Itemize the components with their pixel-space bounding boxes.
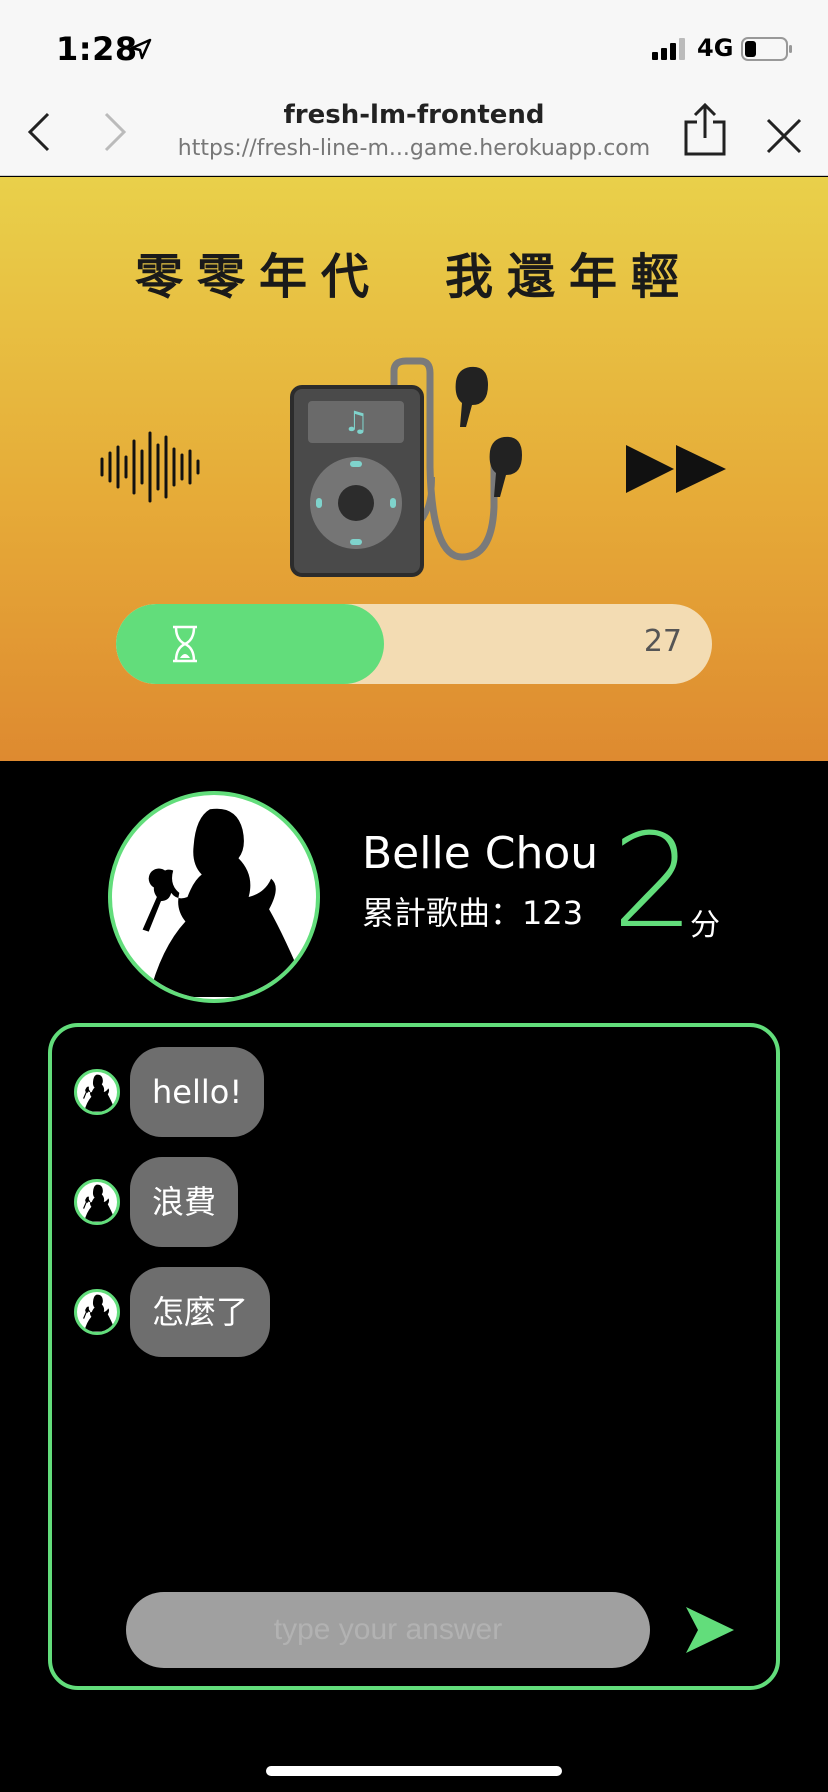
score-value: 2	[612, 805, 695, 957]
back-chevron-icon[interactable]	[24, 110, 54, 154]
close-icon[interactable]	[764, 116, 804, 156]
game-panel: 零零年代 我還年輕 ♫ 27	[0, 177, 828, 761]
message-bubble: 怎麼了	[130, 1267, 271, 1357]
message-avatar	[74, 1179, 120, 1225]
fast-forward-icon[interactable]	[622, 441, 730, 497]
message-avatar	[74, 1289, 120, 1335]
location-arrow-icon	[130, 38, 152, 60]
status-time: 1:28	[56, 30, 138, 68]
network-type: 4G	[697, 34, 734, 62]
page-title: fresh-lm-frontend	[283, 100, 545, 130]
hourglass-icon	[173, 625, 197, 663]
timer-value: 27	[643, 624, 682, 659]
message-bubble: hello!	[130, 1047, 265, 1137]
battery-icon	[741, 37, 792, 61]
message-bubble: 浪費	[130, 1157, 239, 1247]
timer-progress-fill	[116, 604, 385, 684]
signal-icon	[652, 38, 685, 60]
status-bar: 1:28 4G	[0, 0, 828, 88]
forward-chevron-icon[interactable]	[100, 110, 130, 154]
score-unit: 分	[690, 908, 720, 943]
music-player-icon: ♫	[290, 357, 522, 577]
send-icon[interactable]	[684, 1605, 736, 1655]
sound-wave-icon	[100, 431, 200, 503]
princess-silhouette-icon	[83, 1184, 116, 1222]
chat-panel: hello! 浪費 怎麼了	[48, 1023, 780, 1690]
countdown-timer: 27	[116, 604, 712, 684]
message-avatar	[74, 1069, 120, 1115]
page-url[interactable]: https://fresh-line-m...game.herokuapp.co…	[160, 136, 668, 161]
princess-silhouette-icon	[83, 1074, 116, 1112]
home-indicator[interactable]	[266, 1766, 562, 1776]
avatar[interactable]	[108, 791, 320, 1003]
princess-silhouette-icon	[83, 1294, 116, 1332]
svg-text:♫: ♫	[343, 405, 368, 438]
round-title: 零零年代 我還年輕	[134, 249, 693, 305]
user-name: Belle Chou	[362, 828, 599, 879]
princess-silhouette-icon	[142, 808, 310, 997]
browser-toolbar: fresh-lm-frontend https://fresh-line-m..…	[0, 88, 828, 176]
song-count: 累計歌曲：123	[362, 894, 584, 932]
share-icon[interactable]	[682, 102, 728, 158]
answer-input[interactable]	[126, 1592, 650, 1668]
